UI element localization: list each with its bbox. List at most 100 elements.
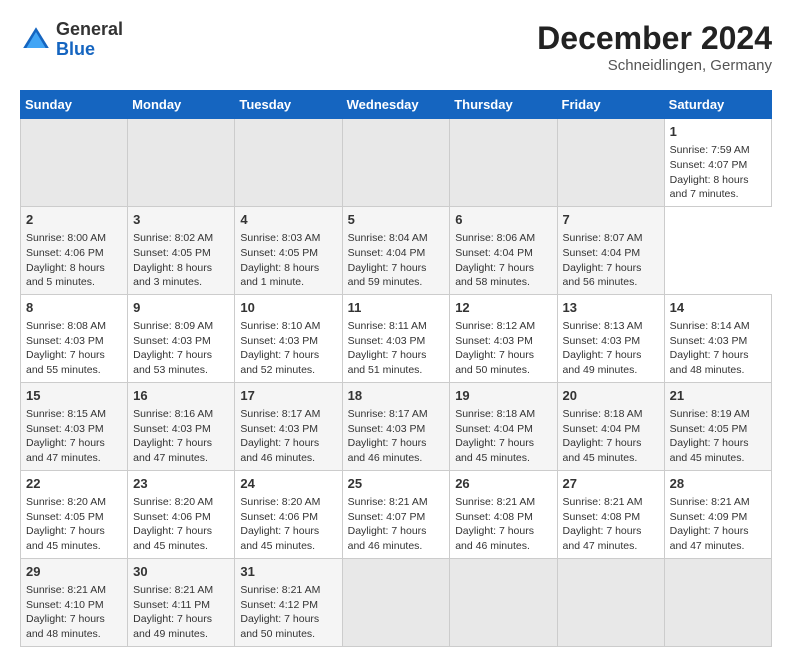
calendar-cell: 8 Sunrise: 8:08 AMSunset: 4:03 PMDaylight… — [21, 294, 128, 382]
calendar-cell: 19 Sunrise: 8:18 AMSunset: 4:04 PMDayligh… — [450, 382, 557, 470]
day-number: 25 — [348, 475, 445, 493]
logo-text: General Blue — [56, 20, 123, 60]
logo-blue: Blue — [56, 39, 95, 59]
calendar-cell — [557, 119, 664, 207]
calendar-cell: 12 Sunrise: 8:12 AMSunset: 4:03 PMDayligh… — [450, 294, 557, 382]
calendar-cell: 21Sunrise: 8:19 AMSunset: 4:05 PMDayligh… — [664, 382, 771, 470]
day-info: Sunrise: 8:21 AMSunset: 4:11 PMDaylight:… — [133, 583, 229, 642]
day-info: Sunrise: 8:10 AMSunset: 4:03 PMDaylight:… — [240, 319, 336, 378]
calendar-cell: 11Sunrise: 8:11 AMSunset: 4:03 PMDayligh… — [342, 294, 450, 382]
day-info: Sunrise: 8:21 AMSunset: 4:08 PMDaylight:… — [455, 495, 551, 554]
day-number: 28 — [670, 475, 766, 493]
calendar-week-5: 22 Sunrise: 8:20 AMSunset: 4:05 PMDayligh… — [21, 470, 772, 558]
day-number: 16 — [133, 387, 229, 405]
day-info: Sunrise: 8:21 AMSunset: 4:08 PMDaylight:… — [563, 495, 659, 554]
calendar-cell: 18 Sunrise: 8:17 AMSunset: 4:03 PMDayligh… — [342, 382, 450, 470]
day-info: Sunrise: 8:21 AMSunset: 4:07 PMDaylight:… — [348, 495, 445, 554]
logo-general: General — [56, 19, 123, 39]
day-number: 31 — [240, 563, 336, 581]
logo-icon — [20, 24, 52, 56]
day-number: 8 — [26, 299, 122, 317]
day-number: 27 — [563, 475, 659, 493]
day-info: Sunrise: 8:08 AMSunset: 4:03 PMDaylight:… — [26, 319, 122, 378]
day-number: 14 — [670, 299, 766, 317]
day-number: 15 — [26, 387, 122, 405]
calendar-cell — [21, 119, 128, 207]
day-info: Sunrise: 8:14 AMSunset: 4:03 PMDaylight:… — [670, 319, 766, 378]
calendar-cell: 9 Sunrise: 8:09 AMSunset: 4:03 PMDaylight… — [128, 294, 235, 382]
calendar-cell — [664, 558, 771, 646]
day-info: Sunrise: 8:07 AMSunset: 4:04 PMDaylight:… — [563, 231, 659, 290]
calendar-cell: 14 Sunrise: 8:14 AMSunset: 4:03 PMDayligh… — [664, 294, 771, 382]
day-info: Sunrise: 8:21 AMSunset: 4:12 PMDaylight:… — [240, 583, 336, 642]
day-info: Sunrise: 8:16 AMSunset: 4:03 PMDaylight:… — [133, 407, 229, 466]
day-number: 6 — [455, 211, 551, 229]
day-number: 24 — [240, 475, 336, 493]
day-info: Sunrise: 7:59 AMSunset: 4:07 PMDaylight:… — [670, 143, 766, 202]
day-number: 19 — [455, 387, 551, 405]
day-info: Sunrise: 8:20 AMSunset: 4:05 PMDaylight:… — [26, 495, 122, 554]
day-info: Sunrise: 8:17 AMSunset: 4:03 PMDaylight:… — [240, 407, 336, 466]
calendar-week-2: 2Sunrise: 8:00 AMSunset: 4:06 PMDaylight… — [21, 206, 772, 294]
calendar-cell: 29Sunrise: 8:21 AMSunset: 4:10 PMDayligh… — [21, 558, 128, 646]
day-info: Sunrise: 8:11 AMSunset: 4:03 PMDaylight:… — [348, 319, 445, 378]
calendar-cell: 6 Sunrise: 8:06 AMSunset: 4:04 PMDaylight… — [450, 206, 557, 294]
calendar-week-4: 15 Sunrise: 8:15 AMSunset: 4:03 PMDayligh… — [21, 382, 772, 470]
day-info: Sunrise: 8:12 AMSunset: 4:03 PMDaylight:… — [455, 319, 551, 378]
calendar-cell — [557, 558, 664, 646]
location-title: Schneidlingen, Germany — [537, 57, 772, 74]
day-info: Sunrise: 8:06 AMSunset: 4:04 PMDaylight:… — [455, 231, 551, 290]
logo: General Blue — [20, 20, 123, 60]
calendar-cell: 4Sunrise: 8:03 AMSunset: 4:05 PMDaylight… — [235, 206, 342, 294]
day-number: 2 — [26, 211, 122, 229]
calendar-cell: 22 Sunrise: 8:20 AMSunset: 4:05 PMDayligh… — [21, 470, 128, 558]
day-info: Sunrise: 8:19 AMSunset: 4:05 PMDaylight:… — [670, 407, 766, 466]
calendar-table: SundayMondayTuesdayWednesdayThursdayFrid… — [20, 90, 772, 647]
weekday-header-wednesday: Wednesday — [342, 91, 450, 119]
calendar-cell: 1 Sunrise: 7:59 AMSunset: 4:07 PMDaylight… — [664, 119, 771, 207]
calendar-cell — [128, 119, 235, 207]
calendar-cell: 5Sunrise: 8:04 AMSunset: 4:04 PMDaylight… — [342, 206, 450, 294]
calendar-cell: 17 Sunrise: 8:17 AMSunset: 4:03 PMDayligh… — [235, 382, 342, 470]
day-info: Sunrise: 8:09 AMSunset: 4:03 PMDaylight:… — [133, 319, 229, 378]
calendar-cell: 2Sunrise: 8:00 AMSunset: 4:06 PMDaylight… — [21, 206, 128, 294]
day-number: 9 — [133, 299, 229, 317]
day-number: 22 — [26, 475, 122, 493]
calendar-cell: 25 Sunrise: 8:21 AMSunset: 4:07 PMDayligh… — [342, 470, 450, 558]
weekday-header-monday: Monday — [128, 91, 235, 119]
day-number: 20 — [563, 387, 659, 405]
calendar-cell: 23 Sunrise: 8:20 AMSunset: 4:06 PMDayligh… — [128, 470, 235, 558]
calendar-cell: 20 Sunrise: 8:18 AMSunset: 4:04 PMDayligh… — [557, 382, 664, 470]
day-number: 12 — [455, 299, 551, 317]
day-info: Sunrise: 8:02 AMSunset: 4:05 PMDaylight:… — [133, 231, 229, 290]
day-number: 1 — [670, 123, 766, 141]
day-info: Sunrise: 8:20 AMSunset: 4:06 PMDaylight:… — [240, 495, 336, 554]
calendar-week-6: 29Sunrise: 8:21 AMSunset: 4:10 PMDayligh… — [21, 558, 772, 646]
calendar-header-row: SundayMondayTuesdayWednesdayThursdayFrid… — [21, 91, 772, 119]
calendar-week-1: 1 Sunrise: 7:59 AMSunset: 4:07 PMDaylight… — [21, 119, 772, 207]
day-info: Sunrise: 8:21 AMSunset: 4:10 PMDaylight:… — [26, 583, 122, 642]
day-info: Sunrise: 8:18 AMSunset: 4:04 PMDaylight:… — [455, 407, 551, 466]
calendar-cell: 16 Sunrise: 8:16 AMSunset: 4:03 PMDayligh… — [128, 382, 235, 470]
calendar-cell: 31 Sunrise: 8:21 AMSunset: 4:12 PMDayligh… — [235, 558, 342, 646]
day-info: Sunrise: 8:13 AMSunset: 4:03 PMDaylight:… — [563, 319, 659, 378]
day-info: Sunrise: 8:20 AMSunset: 4:06 PMDaylight:… — [133, 495, 229, 554]
page-header: General Blue December 2024 Schneidlingen… — [20, 20, 772, 74]
day-info: Sunrise: 8:17 AMSunset: 4:03 PMDaylight:… — [348, 407, 445, 466]
calendar-cell: 7Sunrise: 8:07 AMSunset: 4:04 PMDaylight… — [557, 206, 664, 294]
day-number: 3 — [133, 211, 229, 229]
calendar-week-3: 8 Sunrise: 8:08 AMSunset: 4:03 PMDaylight… — [21, 294, 772, 382]
day-info: Sunrise: 8:15 AMSunset: 4:03 PMDaylight:… — [26, 407, 122, 466]
calendar-cell: 27 Sunrise: 8:21 AMSunset: 4:08 PMDayligh… — [557, 470, 664, 558]
calendar-cell — [450, 558, 557, 646]
day-info: Sunrise: 8:18 AMSunset: 4:04 PMDaylight:… — [563, 407, 659, 466]
day-number: 17 — [240, 387, 336, 405]
day-number: 23 — [133, 475, 229, 493]
calendar-cell — [450, 119, 557, 207]
calendar-cell: 24 Sunrise: 8:20 AMSunset: 4:06 PMDayligh… — [235, 470, 342, 558]
calendar-cell: 15 Sunrise: 8:15 AMSunset: 4:03 PMDayligh… — [21, 382, 128, 470]
calendar-cell: 13Sunrise: 8:13 AMSunset: 4:03 PMDayligh… — [557, 294, 664, 382]
calendar-cell: 10Sunrise: 8:10 AMSunset: 4:03 PMDayligh… — [235, 294, 342, 382]
day-number: 18 — [348, 387, 445, 405]
weekday-header-thursday: Thursday — [450, 91, 557, 119]
